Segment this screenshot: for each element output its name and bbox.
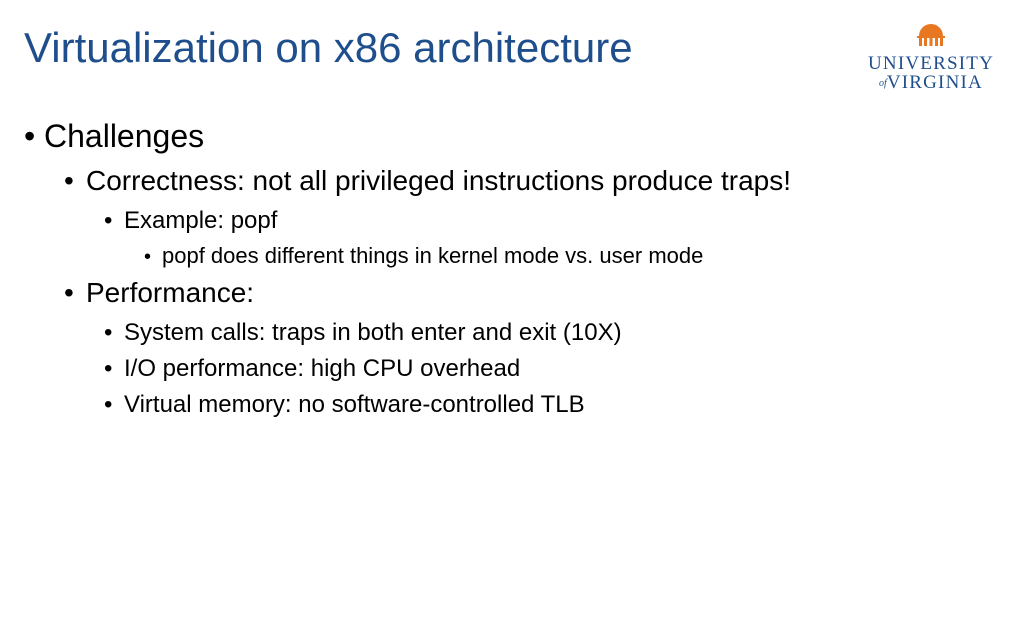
bullet-l3: I/O performance: high CPU overhead	[104, 354, 1000, 384]
rotunda-icon	[911, 22, 951, 52]
bullet-text: Example: popf	[124, 207, 277, 234]
logo-text-virginia: ofVIRGINIA	[879, 72, 983, 93]
logo-text-university: UNIVERSITY	[868, 53, 994, 74]
bullet-l3: Virtual memory: no software-controlled T…	[104, 390, 1000, 420]
logo-text-of: of	[879, 78, 887, 89]
bullet-text: Performance:	[86, 277, 254, 308]
bullet-l3: System calls: traps in both enter and ex…	[104, 318, 1000, 348]
bullet-l4: popf does different things in kernel mod…	[144, 242, 1000, 270]
university-logo: UNIVERSITY ofVIRGINIA	[868, 22, 994, 92]
bullet-l2: Correctness: not all privileged instruct…	[64, 164, 1000, 270]
bullet-text: popf does different things in kernel mod…	[162, 243, 703, 268]
slide-title: Virtualization on x86 architecture	[24, 24, 633, 72]
bullet-text: Correctness: not all privileged instruct…	[86, 165, 791, 196]
bullet-text: I/O performance: high CPU overhead	[124, 355, 520, 382]
bullet-l1: Challenges Correctness: not all privileg…	[24, 118, 1000, 420]
bullet-text: System calls: traps in both enter and ex…	[124, 319, 622, 346]
bullet-text: Virtual memory: no software-controlled T…	[124, 391, 585, 418]
bullet-l3: Example: popf popf does different things…	[104, 206, 1000, 270]
slide-body: Challenges Correctness: not all privileg…	[24, 118, 1000, 426]
bullet-text: Challenges	[44, 118, 204, 154]
bullet-l2: Performance: System calls: traps in both…	[64, 276, 1000, 420]
